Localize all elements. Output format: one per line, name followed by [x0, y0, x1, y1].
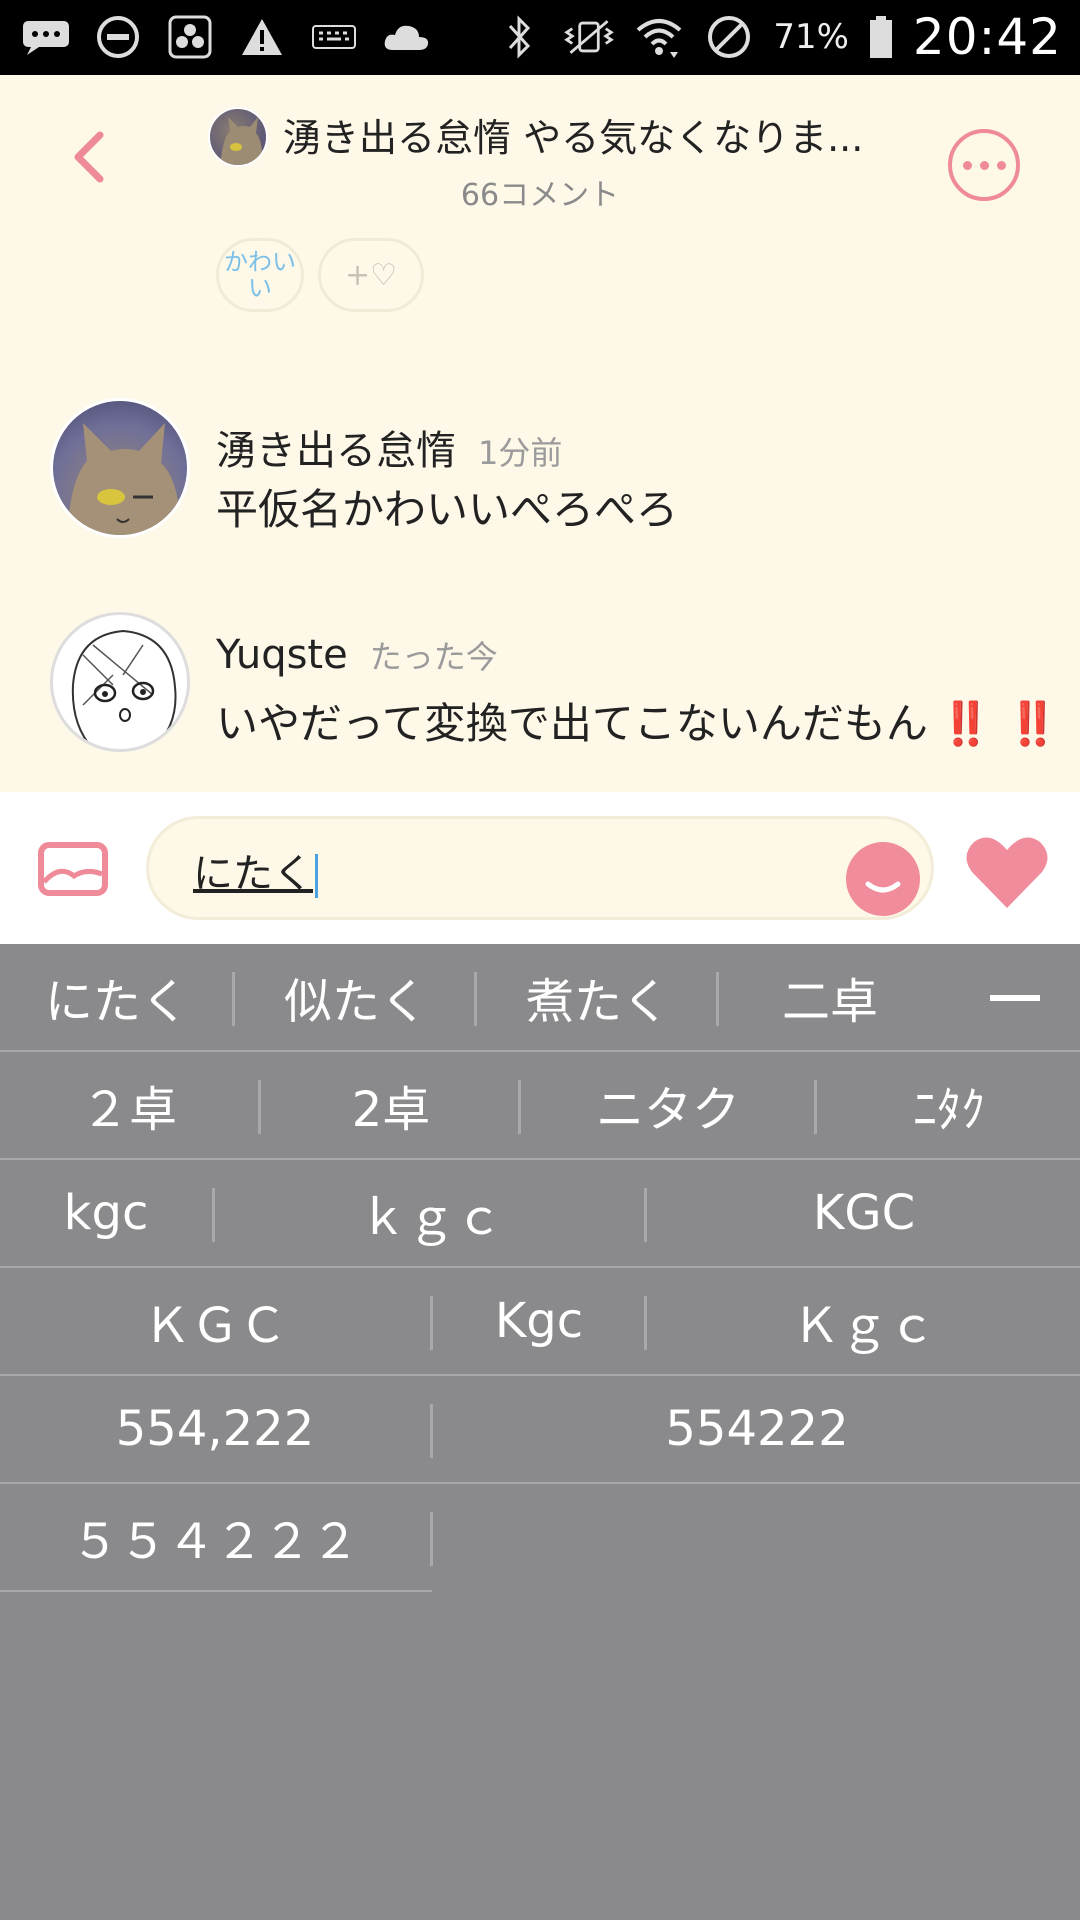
like-button[interactable]: [964, 832, 1050, 912]
candidate-item[interactable]: ﾆﾀｸ: [818, 1052, 1080, 1158]
candidate-item[interactable]: ニタク: [522, 1052, 814, 1158]
status-notifications: [20, 12, 432, 62]
more-dot: [979, 160, 989, 170]
candidate-divider: [430, 1404, 433, 1458]
candidate-divider: [814, 1080, 817, 1134]
text-caret: [315, 854, 318, 898]
smile-icon: [865, 881, 901, 893]
chevron-left-icon: [74, 131, 104, 183]
comment-author[interactable]: Yuqste たった今: [216, 632, 498, 678]
emoji-button[interactable]: [846, 842, 920, 916]
candidate-divider: [430, 1512, 433, 1566]
candidate-item[interactable]: にたく: [0, 944, 234, 1050]
no-sim-icon: [703, 14, 755, 60]
post-author-avatar[interactable]: [208, 107, 268, 167]
clock: 20:42: [912, 8, 1062, 66]
candidate-item[interactable]: 煮たく: [478, 944, 718, 1050]
candidate-row: ２卓 2卓 ニタク ﾆﾀｸ: [0, 1052, 1080, 1160]
comment-emoji: ‼️ ‼️: [939, 699, 1060, 748]
comment-item: Yuqste たった今 いやだって変換で出てこないんだもん ‼️ ‼️: [0, 612, 1080, 762]
comment-text: 平仮名かわいいぺろぺろ: [216, 476, 690, 537]
battery-percent: 71%: [773, 17, 849, 57]
candidate-item[interactable]: ５５４２２２: [0, 1484, 430, 1590]
comment-time: たった今: [369, 638, 498, 676]
ime-keyboard: にたく 似たく 煮たく 二卓 ２卓 2卓 ニタク ﾆﾀｸ kgc ｋｇｃ KGC…: [0, 944, 1080, 1920]
comment-item: 湧き出る怠惰 1分前 平仮名かわいいぺろぺろ: [0, 398, 1080, 548]
comment-time: 1分前: [478, 434, 563, 472]
comment-author[interactable]: 湧き出る怠惰 1分前: [216, 418, 562, 476]
status-system: 71% 20:42: [493, 8, 1062, 66]
candidate-divider: [212, 1188, 215, 1242]
candidate-divider: [258, 1080, 261, 1134]
do-not-disturb-icon: [92, 14, 144, 60]
candidate-divider: [430, 1296, 433, 1350]
comment-count: 66コメント: [460, 178, 620, 213]
candidate-divider: [716, 972, 719, 1026]
image-icon: [38, 842, 108, 896]
candidate-item[interactable]: ＫＧＣ: [0, 1268, 430, 1374]
candidate-row: にたく 似たく 煮たく 二卓: [0, 944, 1080, 1052]
vibrate-mute-icon: [563, 14, 615, 60]
candidate-item[interactable]: 二卓: [720, 944, 940, 1050]
candidate-divider: [518, 1080, 521, 1134]
more-dot: [996, 160, 1006, 170]
candidate-divider: [644, 1296, 647, 1350]
back-button[interactable]: [62, 127, 122, 187]
candidate-row: ＫＧＣ Kgc Ｋｇｃ: [0, 1268, 1080, 1376]
comment-input-text: にたく: [193, 841, 318, 899]
avatar[interactable]: [50, 398, 190, 538]
cloud-icon: [380, 14, 432, 60]
message-icon: [20, 14, 72, 60]
heart-icon: [966, 837, 1048, 908]
post-header: 湧き出る怠惰 やる気なくなりま... 66コメント: [0, 75, 1080, 235]
status-bar: 71% 20:42: [0, 0, 1080, 75]
comment-input[interactable]: にたく: [146, 816, 934, 920]
battery-icon: [867, 14, 895, 60]
candidate-item[interactable]: KGC: [648, 1160, 1080, 1266]
candidate-item[interactable]: 2卓: [262, 1052, 520, 1158]
more-options-button[interactable]: [948, 129, 1020, 201]
candidate-divider: [0, 1590, 432, 1592]
candidate-item[interactable]: ２卓: [0, 1052, 258, 1158]
author-name: 湧き出る怠惰: [216, 428, 456, 474]
input-value: にたく: [193, 851, 313, 897]
candidate-item[interactable]: 554,222: [0, 1376, 430, 1482]
candidate-item[interactable]: Ｋｇｃ: [648, 1268, 1080, 1374]
comment-text: いやだって変換で出てこないんだもん ‼️ ‼️: [216, 690, 1059, 751]
wifi-icon: [633, 14, 685, 60]
reaction-bar: かわいい +♡: [216, 238, 424, 312]
keyboard-icon: [308, 14, 360, 60]
add-reaction-button[interactable]: +♡: [318, 238, 424, 312]
candidate-row: ５５４２２２: [0, 1484, 1080, 1592]
candidate-row: kgc ｋｇｃ KGC: [0, 1160, 1080, 1268]
bluetooth-icon: [493, 14, 545, 60]
candidate-item[interactable]: 554222: [434, 1376, 1080, 1482]
collapse-candidates-button[interactable]: [990, 995, 1040, 1001]
candidate-item[interactable]: Kgc: [434, 1268, 644, 1374]
author-name: Yuqste: [216, 632, 348, 678]
candidate-item[interactable]: 似たく: [236, 944, 476, 1050]
comment-body: いやだって変換で出てこないんだもん: [216, 699, 928, 748]
post-title: 湧き出る怠惰 やる気なくなりま...: [283, 116, 864, 160]
more-dot: [962, 160, 972, 170]
app-icon: [164, 14, 216, 60]
reaction-kawaii[interactable]: かわいい: [216, 238, 304, 312]
candidate-divider: [644, 1188, 647, 1242]
warning-icon: [236, 14, 288, 60]
candidate-divider: [232, 972, 235, 1026]
comment-body: 平仮名かわいいぺろぺろ: [216, 485, 679, 534]
candidate-item[interactable]: kgc: [0, 1160, 212, 1266]
candidate-row: 554,222 554222: [0, 1376, 1080, 1484]
avatar[interactable]: [50, 612, 190, 752]
candidate-item[interactable]: ｋｇｃ: [216, 1160, 646, 1266]
attach-image-button[interactable]: [38, 842, 108, 896]
candidate-divider: [474, 972, 477, 1026]
